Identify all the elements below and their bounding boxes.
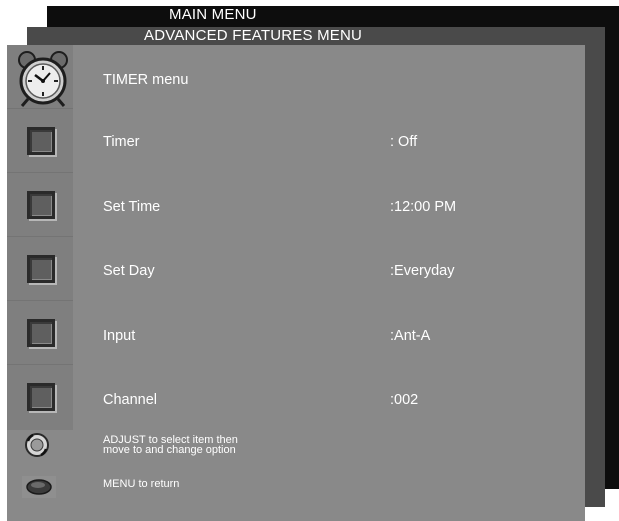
channel-value[interactable]: :002 [390, 392, 418, 408]
advanced-features-menu-layer: ADVANCED FEATURES MENU TIMER menu Timer … [7, 27, 605, 521]
timer-value[interactable]: : Off [390, 134, 417, 150]
row-icon-cell [7, 301, 73, 365]
menu-button-icon [22, 476, 56, 498]
row-icon-cell [7, 365, 73, 429]
timer-label[interactable]: Timer [103, 134, 140, 150]
set-day-value[interactable]: :Everyday [390, 263, 454, 279]
menu-title: TIMER menu [103, 72, 189, 88]
channel-label[interactable]: Channel [103, 392, 157, 408]
square-button-icon[interactable] [27, 255, 55, 283]
timer-menu-panel: TIMER menu Timer : Off Set Time :12:00 P… [7, 45, 585, 521]
adjust-knob-icon [25, 433, 49, 457]
icon-column [7, 45, 73, 430]
adjust-hint-line2: move to and change option [103, 444, 236, 456]
menu-return-hint: MENU to return [103, 478, 180, 490]
row-icon-cell [7, 109, 73, 173]
square-button-icon[interactable] [27, 319, 55, 347]
row-icon-cell [7, 237, 73, 301]
advanced-features-menu-title: ADVANCED FEATURES MENU [144, 27, 363, 44]
main-menu-title: MAIN MENU [169, 6, 257, 23]
square-button-icon[interactable] [27, 191, 55, 219]
set-time-value[interactable]: :12:00 PM [390, 199, 456, 215]
set-time-label[interactable]: Set Time [103, 199, 160, 215]
title-icon-cell [7, 45, 73, 109]
input-label[interactable]: Input [103, 328, 135, 344]
row-icon-cell [7, 173, 73, 237]
set-day-label[interactable]: Set Day [103, 263, 155, 279]
square-button-icon[interactable] [27, 127, 55, 155]
input-value[interactable]: :Ant-A [390, 328, 430, 344]
alarm-clock-icon [18, 51, 68, 107]
square-button-icon[interactable] [27, 383, 55, 411]
